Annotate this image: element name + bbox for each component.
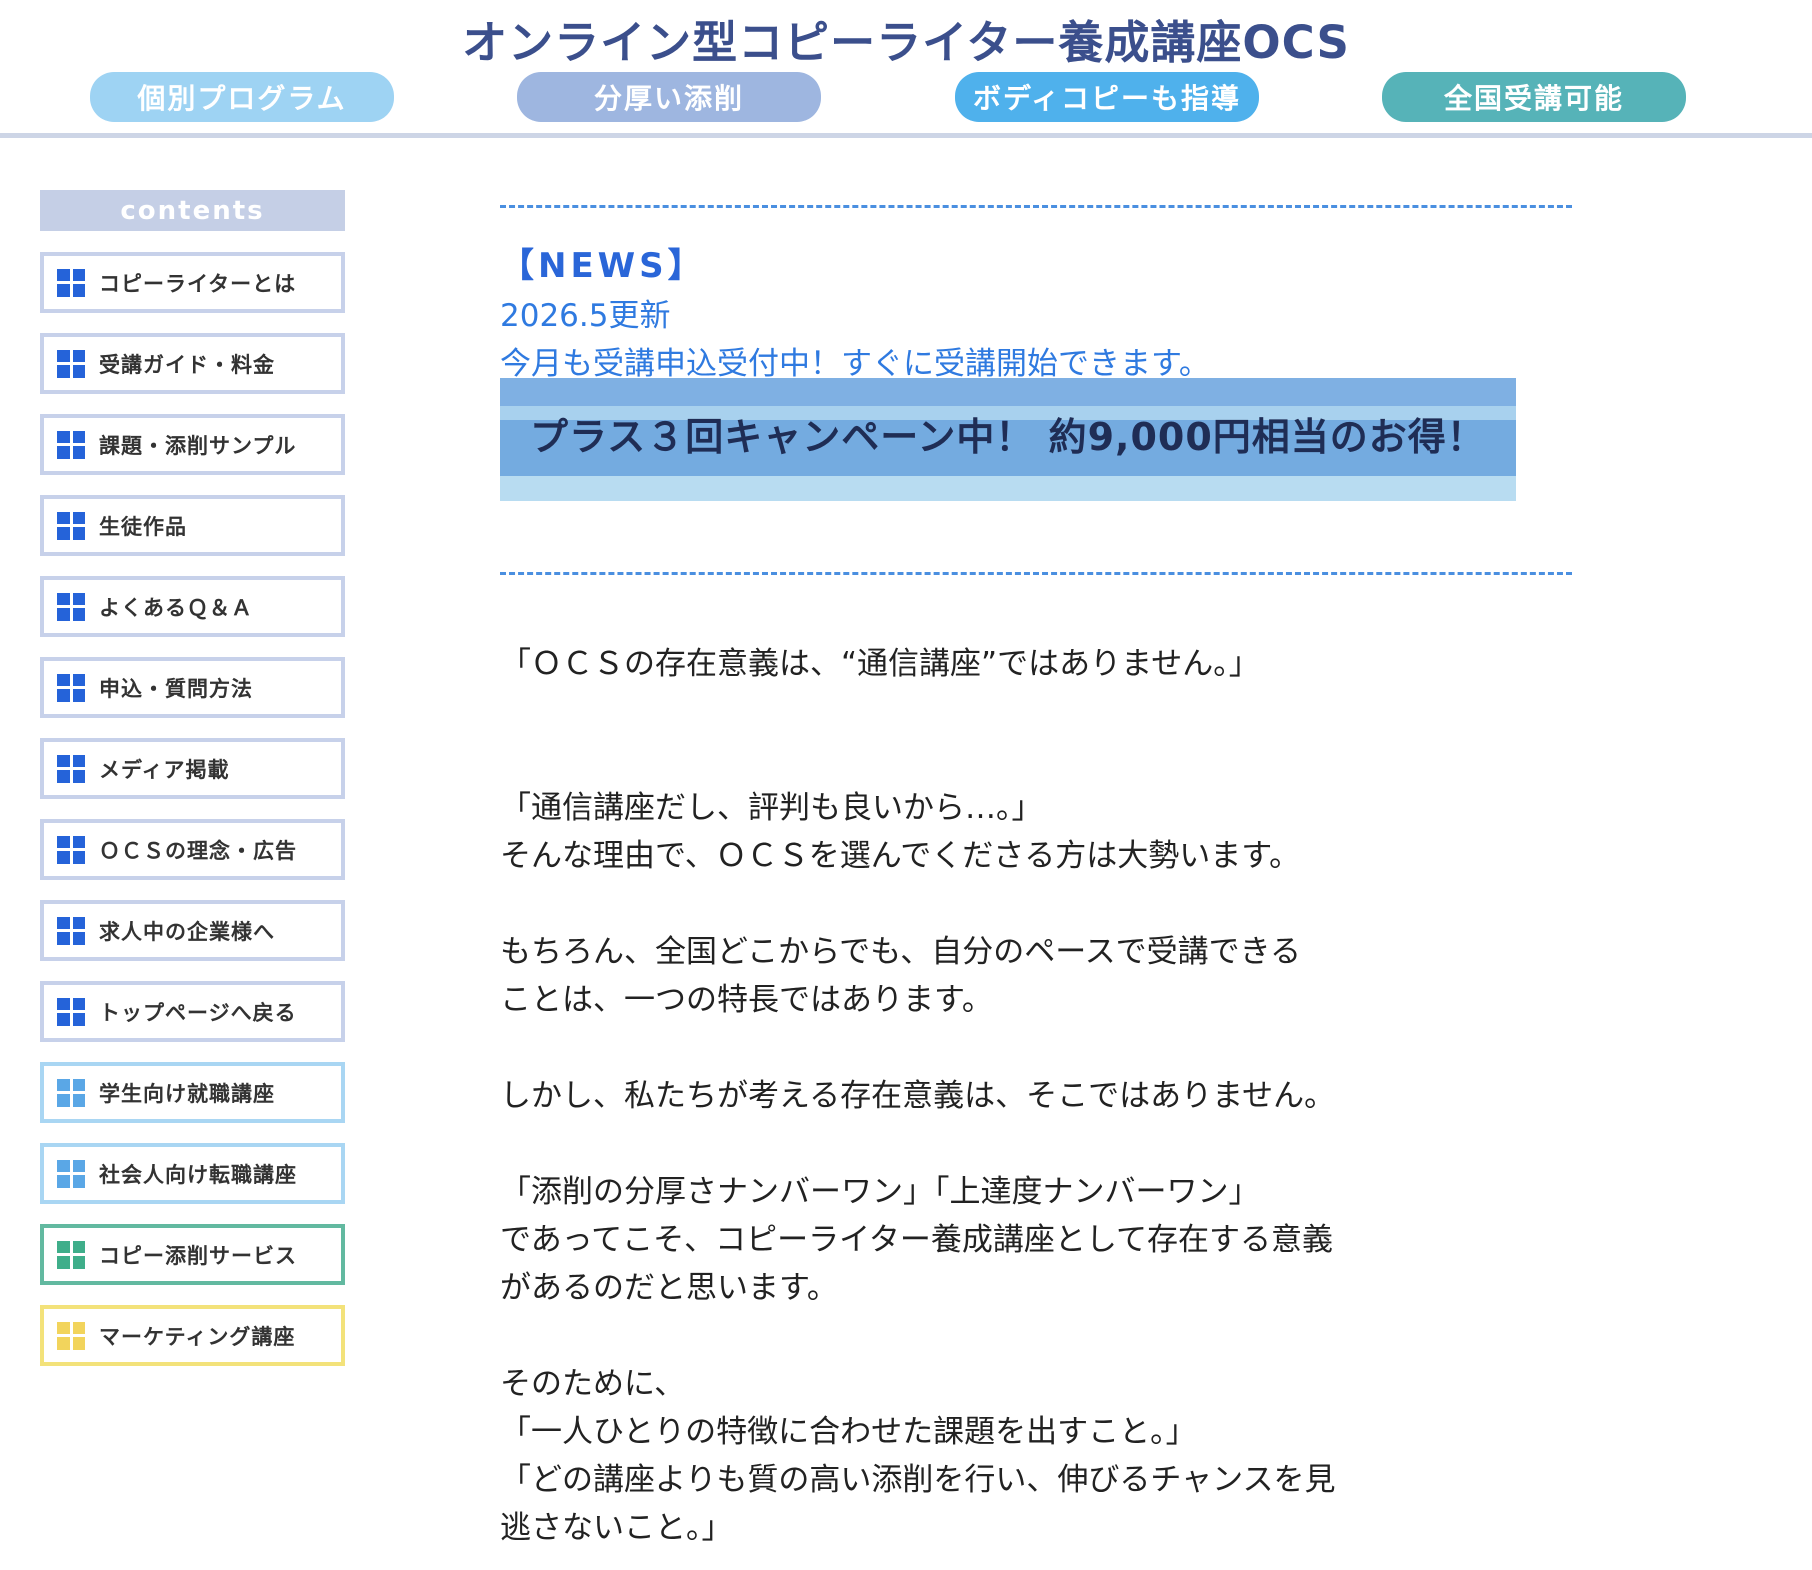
sidebar-nav-item[interactable]: メディア掲載 — [40, 738, 345, 799]
campaign-banner-text: プラス３回キャンペーン中！ 約9,000円相当のお得！ — [530, 415, 1486, 459]
tab-individual-program[interactable]: 個別プログラム — [90, 72, 394, 122]
paragraph-line: 「通信講座だし、評判も良いから…。」 — [500, 790, 1043, 826]
sidebar-header: contents — [40, 190, 345, 231]
grid-icon — [57, 1159, 85, 1188]
paragraph: もちろん、全国どこからでも、自分のペースで受講できる ことは、一つの特長ではあり… — [500, 928, 1301, 1024]
campaign-banner[interactable]: プラス３回キャンペーン中！ 約9,000円相当のお得！ — [500, 378, 1516, 501]
sidebar-nav-label: メディア掲載 — [99, 757, 230, 782]
sidebar-nav-item[interactable]: マーケティング講座 — [40, 1305, 345, 1366]
grid-icon — [57, 673, 85, 702]
paragraph: 「通信講座だし、評判も良いから…。」 そんな理由で、ＯＣＳを選んでくださる方は大… — [500, 784, 1300, 880]
paragraph: 「添削の分厚さナンバーワン」「上達度ナンバーワン」 であってこそ、コピーライター… — [500, 1168, 1333, 1312]
sidebar-nav-item[interactable]: 生徒作品 — [40, 495, 345, 556]
sidebar-nav-item[interactable]: 学生向け就職講座 — [40, 1062, 345, 1123]
paragraph: そのために、 「一人ひとりの特徴に合わせた課題を出すこと。」 「どの講座よりも質… — [500, 1360, 1335, 1552]
sidebar-nav-label: 求人中の企業様へ — [99, 919, 275, 944]
grid-icon — [57, 1240, 85, 1269]
grid-icon — [57, 916, 85, 945]
paragraph: 「ＯＣＳの存在意義は、“通信講座”ではありません。」 — [500, 640, 1260, 688]
grid-icon — [57, 1078, 85, 1107]
sidebar-nav-label: 申込・質問方法 — [99, 676, 253, 701]
sidebar: contents コピーライターとは 受講ガイド・料金 課題・添削サンプル 生徒作品よ… — [40, 190, 345, 1386]
grid-icon — [57, 835, 85, 864]
paragraph: しかし、私たちが考える存在意義は、そこではありません。 — [500, 1072, 1335, 1120]
paragraph-line: であってこそ、コピーライター養成講座として存在する意義 — [500, 1222, 1333, 1258]
sidebar-nav-label: 受講ガイド・料金 — [99, 352, 275, 377]
sidebar-nav-item[interactable]: コピーライターとは — [40, 252, 345, 313]
sidebar-nav-item[interactable]: 社会人向け転職講座 — [40, 1143, 345, 1204]
header-divider — [0, 133, 1812, 138]
paragraph-line: 「どの講座よりも質の高い添削を行い、伸びるチャンスを見 — [500, 1462, 1336, 1498]
tab-nationwide[interactable]: 全国受講可能 — [1382, 72, 1686, 122]
sidebar-nav: コピーライターとは 受講ガイド・料金 課題・添削サンプル 生徒作品よくあるＱ＆Ａ 申込・… — [40, 252, 345, 1366]
sidebar-nav-label: 社会人向け転職講座 — [99, 1162, 297, 1187]
paragraph-line: 「ＯＣＳの存在意義は、“通信講座”ではありません。」 — [500, 646, 1260, 682]
grid-icon — [57, 1321, 85, 1350]
sidebar-nav-item[interactable]: 申込・質問方法 — [40, 657, 345, 718]
sidebar-nav-label: 課題・添削サンプル — [99, 433, 297, 458]
paragraph-line: ことは、一つの特長ではあります。 — [500, 982, 993, 1018]
paragraph-line: 逃さないこと。」 — [500, 1510, 733, 1546]
sidebar-nav-label: コピーライターとは — [99, 271, 297, 296]
header-tab-bar: 個別プログラム 分厚い添削 ボディコピーも指導 全国受講可能 — [0, 72, 1812, 127]
sidebar-nav-item[interactable]: トップページへ戻る — [40, 981, 345, 1042]
grid-icon — [57, 592, 85, 621]
paragraph-line: そんな理由で、ＯＣＳを選んでくださる方は大勢います。 — [500, 838, 1301, 874]
grid-icon — [57, 997, 85, 1026]
tab-thick-correction[interactable]: 分厚い添削 — [517, 72, 821, 122]
grid-icon — [57, 430, 85, 459]
dashed-divider-bottom — [500, 572, 1572, 575]
paragraph-line: 「添削の分厚さナンバーワン」「上達度ナンバーワン」 — [500, 1174, 1260, 1210]
site-title: オンライン型コピーライター養成講座OCS — [462, 16, 1350, 69]
paragraph-line: もちろん、全国どこからでも、自分のペースで受講できる — [500, 934, 1302, 970]
grid-icon — [57, 349, 85, 378]
paragraph-line: 「一人ひとりの特徴に合わせた課題を出すこと。」 — [500, 1414, 1197, 1450]
sidebar-nav-item[interactable]: 受講ガイド・料金 — [40, 333, 345, 394]
paragraph-line: しかし、私たちが考える存在意義は、そこではありません。 — [500, 1078, 1336, 1114]
sidebar-nav-label: 学生向け就職講座 — [99, 1081, 275, 1106]
paragraph-line: があるのだと思います。 — [500, 1270, 838, 1306]
dashed-divider-top — [500, 205, 1572, 208]
sidebar-nav-label: コピー添削サービス — [99, 1243, 297, 1268]
sidebar-nav-label: マーケティング講座 — [99, 1324, 296, 1349]
news-text: 今月も受講申込受付中！すぐに受講開始できます。 — [500, 346, 1210, 382]
paragraph-line: そのために、 — [500, 1366, 686, 1402]
news-date: 2026.5更新 — [500, 298, 671, 334]
sidebar-nav-label: 生徒作品 — [99, 514, 187, 539]
sidebar-nav-label: トップページへ戻る — [99, 1000, 297, 1025]
news-heading: 【NEWS】 — [500, 246, 706, 286]
grid-icon — [57, 754, 85, 783]
tab-body-copy[interactable]: ボディコピーも指導 — [955, 72, 1259, 122]
sidebar-nav-item[interactable]: コピー添削サービス — [40, 1224, 345, 1285]
grid-icon — [57, 268, 85, 297]
sidebar-nav-item[interactable]: ＯＣＳの理念・広告 — [40, 819, 345, 880]
sidebar-nav-label: ＯＣＳの理念・広告 — [99, 838, 297, 863]
sidebar-nav-label: よくあるＱ＆Ａ — [99, 595, 253, 620]
sidebar-nav-item[interactable]: よくあるＱ＆Ａ — [40, 576, 345, 637]
grid-icon — [57, 511, 85, 540]
sidebar-nav-item[interactable]: 課題・添削サンプル — [40, 414, 345, 475]
sidebar-nav-item[interactable]: 求人中の企業様へ — [40, 900, 345, 961]
